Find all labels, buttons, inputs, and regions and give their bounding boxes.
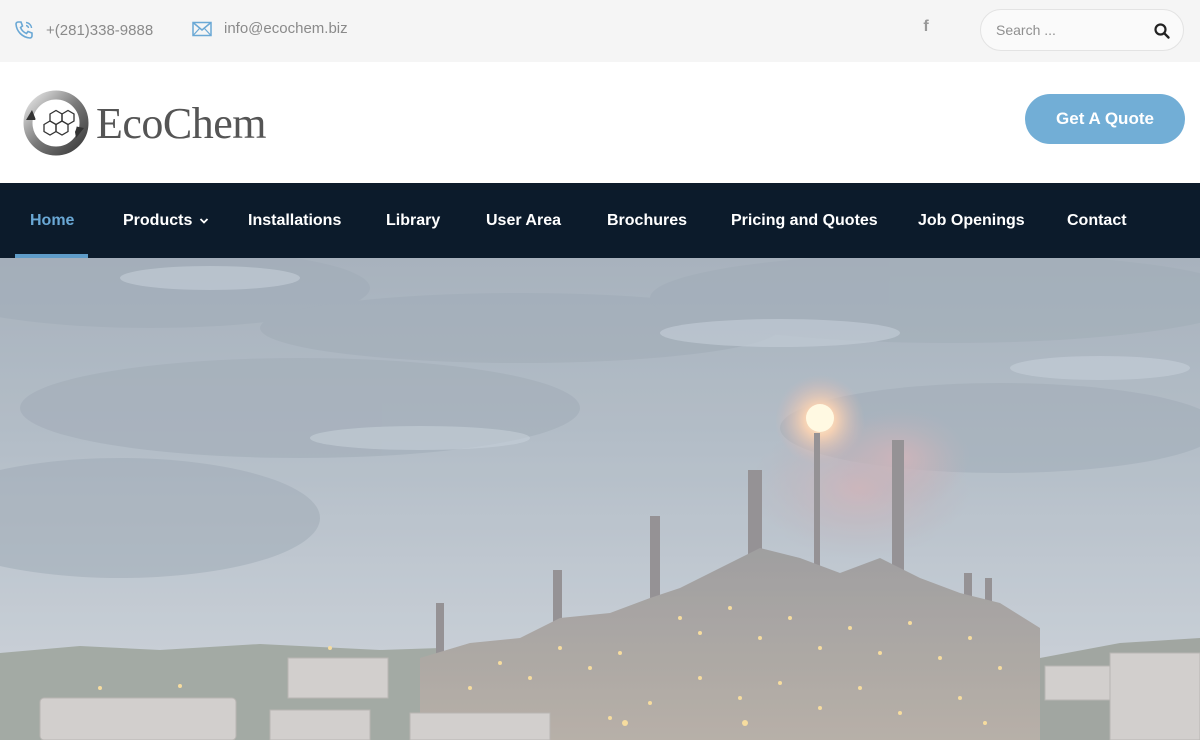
nav-item-installations[interactable]: Installations	[248, 183, 341, 258]
nav-item-job-openings[interactable]: Job Openings	[918, 183, 1025, 258]
logo-text: EcoChem	[96, 98, 267, 148]
nav-item-brochures[interactable]: Brochures	[607, 183, 687, 258]
email-address: info@ecochem.biz	[224, 20, 348, 37]
hero-image	[0, 258, 1200, 740]
search-input[interactable]	[996, 22, 1146, 38]
nav-item-contact[interactable]: Contact	[1067, 183, 1127, 258]
nav-item-library[interactable]: Library	[386, 183, 440, 258]
envelope-icon	[192, 21, 212, 36]
phone-icon	[15, 21, 33, 39]
email-contact[interactable]: info@ecochem.biz	[192, 20, 348, 37]
main-nav: Home Products Installations Library User…	[0, 183, 1200, 258]
logo[interactable]: EcoChem	[22, 90, 267, 156]
logo-emblem-icon	[23, 90, 89, 156]
nav-item-user-area[interactable]: User Area	[486, 183, 561, 258]
nav-item-home[interactable]: Home	[30, 183, 74, 258]
facebook-icon[interactable]: f	[918, 18, 934, 42]
phone-contact[interactable]: +(281)338-9888	[14, 20, 153, 40]
phone-number: +(281)338-9888	[46, 21, 154, 39]
search-box	[980, 9, 1184, 51]
nav-item-pricing-and-quotes[interactable]: Pricing and Quotes	[731, 183, 878, 258]
nav-item-products-label: Products	[123, 211, 193, 229]
get-a-quote-button[interactable]: Get A Quote	[1025, 94, 1185, 144]
site-header: EcoChem Get A Quote	[0, 62, 1200, 183]
search-icon[interactable]	[1153, 22, 1171, 40]
top-bar: +(281)338-9888 info@ecochem.biz f	[0, 0, 1200, 62]
chevron-down-icon	[200, 217, 209, 224]
nav-item-products[interactable]: Products	[123, 183, 209, 258]
